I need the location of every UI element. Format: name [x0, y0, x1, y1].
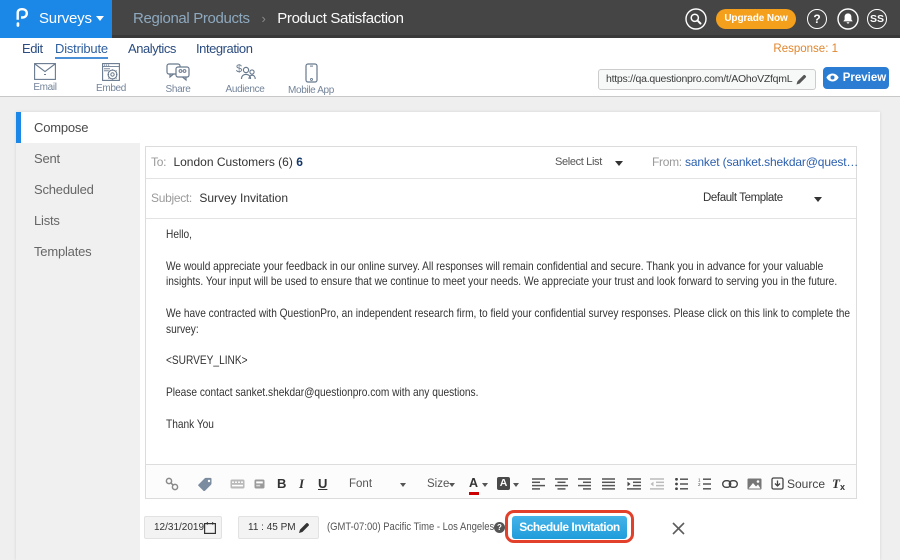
svg-text:2: 2	[698, 482, 701, 487]
svg-text:$: $	[236, 63, 242, 75]
